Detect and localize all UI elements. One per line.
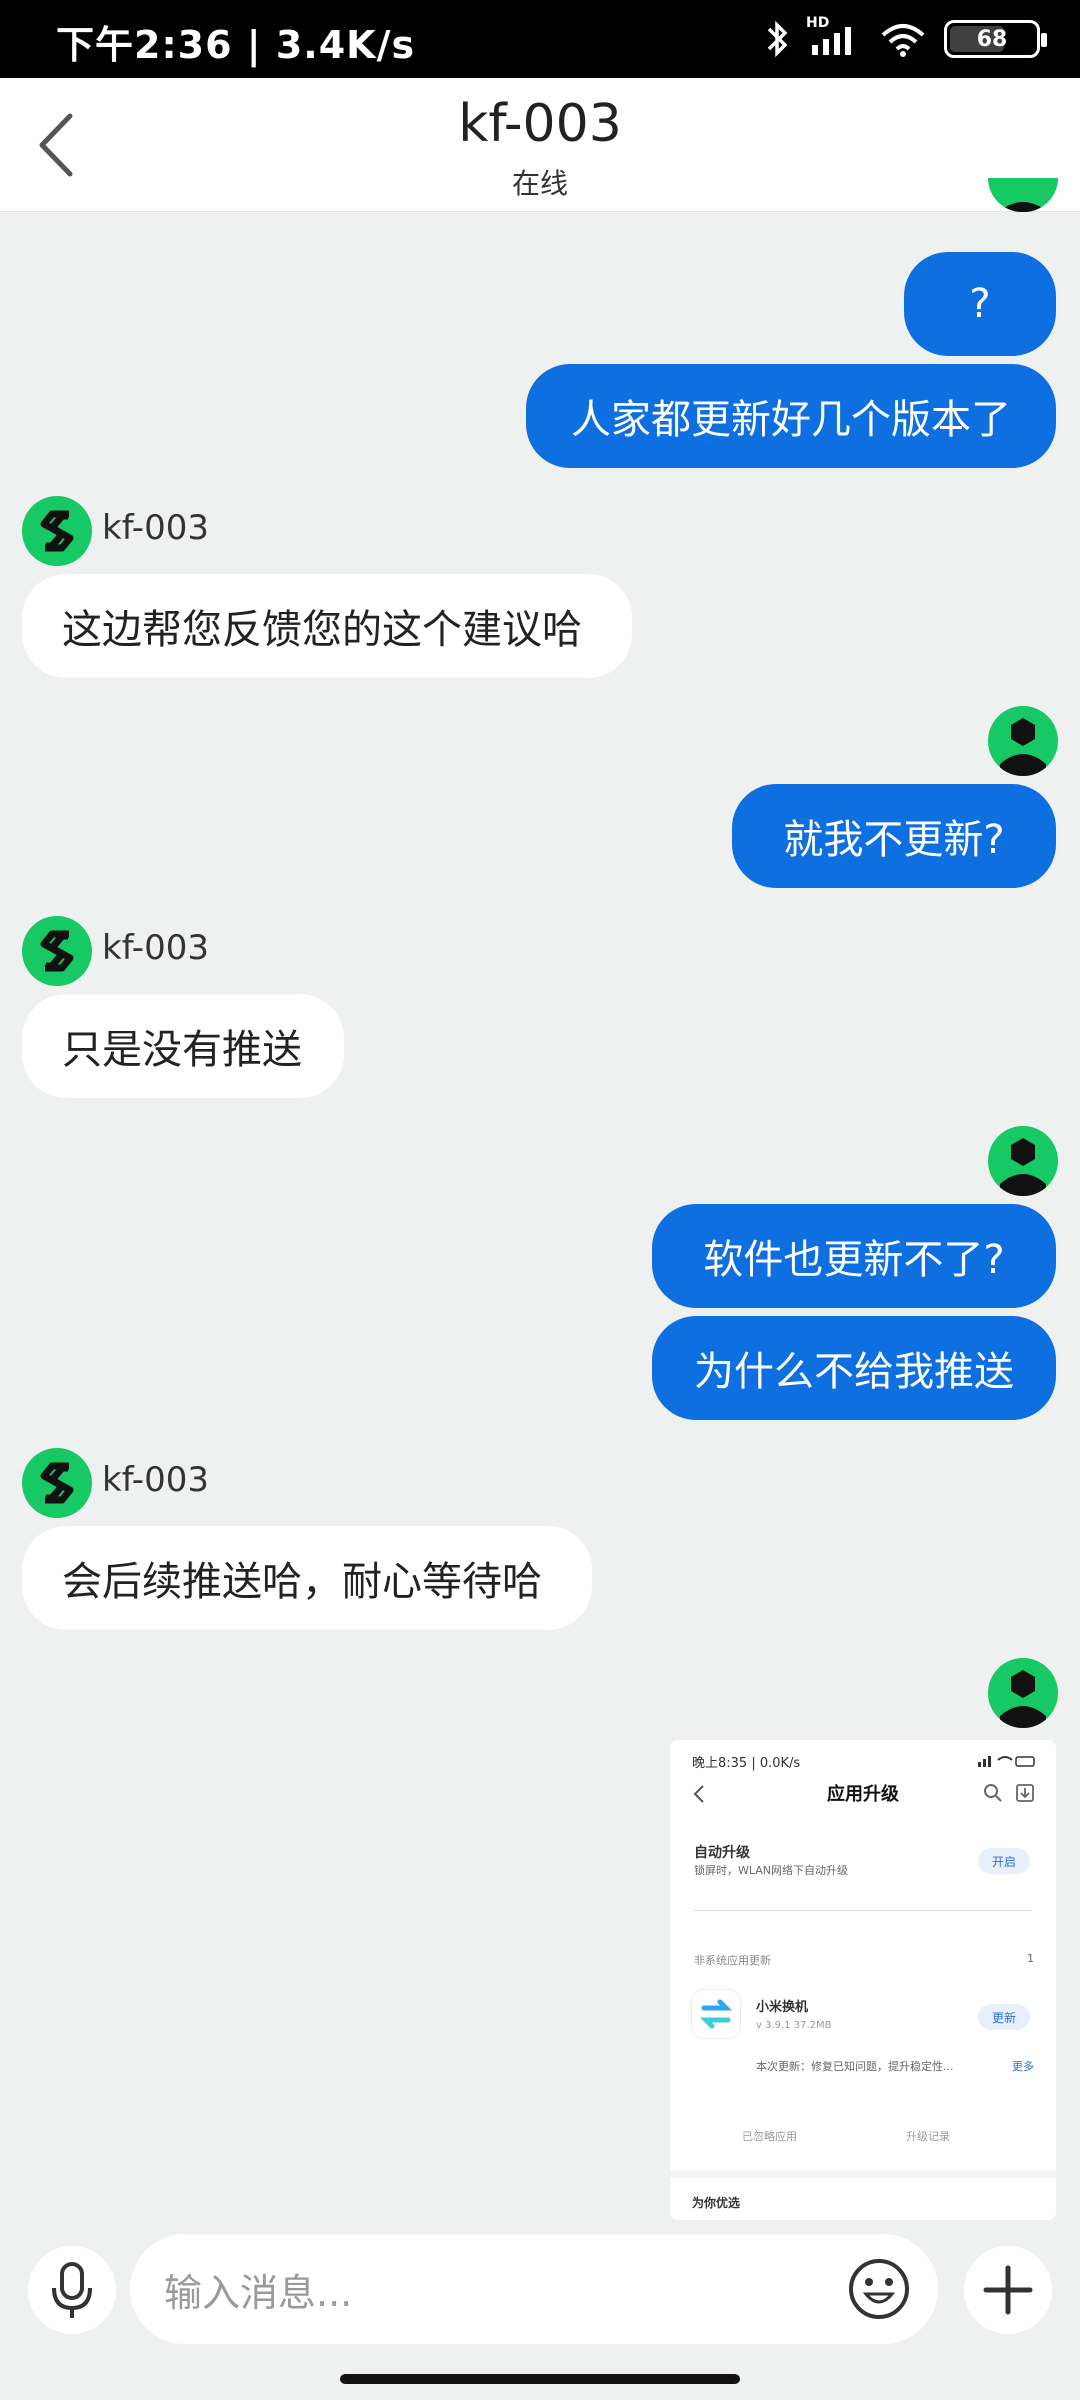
- bluetooth-icon: [767, 20, 788, 58]
- battery-icon: 68: [944, 20, 1047, 58]
- auto-update-toggle: 开启: [977, 1848, 1030, 1874]
- microphone-icon: [52, 2262, 92, 2318]
- mini-search-icon: [984, 1784, 1002, 1802]
- more-actions-button[interactable]: [964, 2246, 1052, 2334]
- status-time: 下午2:36 | 3.4K/s: [56, 23, 416, 67]
- agent-avatar[interactable]: [22, 496, 92, 566]
- emoji-icon[interactable]: [844, 2254, 914, 2324]
- message-composer: 输入消息...: [0, 2220, 1080, 2400]
- plus-icon: [983, 2265, 1033, 2315]
- online-status: 在线: [511, 167, 568, 200]
- user-avatar[interactable]: [988, 1126, 1058, 1196]
- message-bubble-outgoing[interactable]: 为什么不给我推送: [652, 1316, 1056, 1420]
- status-bar: 下午2:36 | 3.4K/s HD 68: [0, 0, 1080, 78]
- message-input[interactable]: 输入消息...: [130, 2234, 938, 2344]
- app-icon: [692, 1990, 740, 2038]
- user-avatar[interactable]: [988, 706, 1058, 776]
- user-avatar[interactable]: [988, 1658, 1058, 1728]
- message-bubble-outgoing[interactable]: 软件也更新不了?: [652, 1204, 1056, 1308]
- message-bubble-outgoing[interactable]: 人家都更新好几个版本了: [526, 364, 1056, 468]
- image-message[interactable]: 晚上8:35 | 0.0K/s 应用升级 自动升级 锁屏时，WLAN网络下自动升…: [670, 1740, 1056, 2220]
- agent-name: kf-003: [102, 508, 209, 548]
- app-update-button: 更新: [977, 2004, 1030, 2030]
- message-bubble-outgoing[interactable]: ?: [904, 252, 1056, 356]
- chat-title: kf-003: [458, 94, 622, 154]
- mini-status-icons: [978, 1756, 1035, 1767]
- agent-name: kf-003: [102, 928, 209, 968]
- message-bubble-incoming[interactable]: 这边帮您反馈您的这个建议哈: [22, 574, 632, 678]
- message-bubble-outgoing[interactable]: 就我不更新?: [732, 784, 1056, 888]
- agent-name: kf-003: [102, 1460, 209, 1500]
- mini-download-icon: [1016, 1784, 1034, 1802]
- wifi-icon: [881, 24, 925, 57]
- agent-avatar[interactable]: [22, 916, 92, 986]
- message-bubble-incoming[interactable]: 会后续推送哈，耐心等待哈: [22, 1526, 592, 1630]
- message-bubble-incoming[interactable]: 只是没有推送: [22, 994, 344, 1098]
- voice-input-button[interactable]: [28, 2246, 116, 2334]
- agent-avatar[interactable]: [22, 1448, 92, 1518]
- signal-icon: HD: [806, 15, 862, 59]
- chat-header: kf-003 在线: [0, 78, 1080, 212]
- home-indicator: [340, 2374, 740, 2384]
